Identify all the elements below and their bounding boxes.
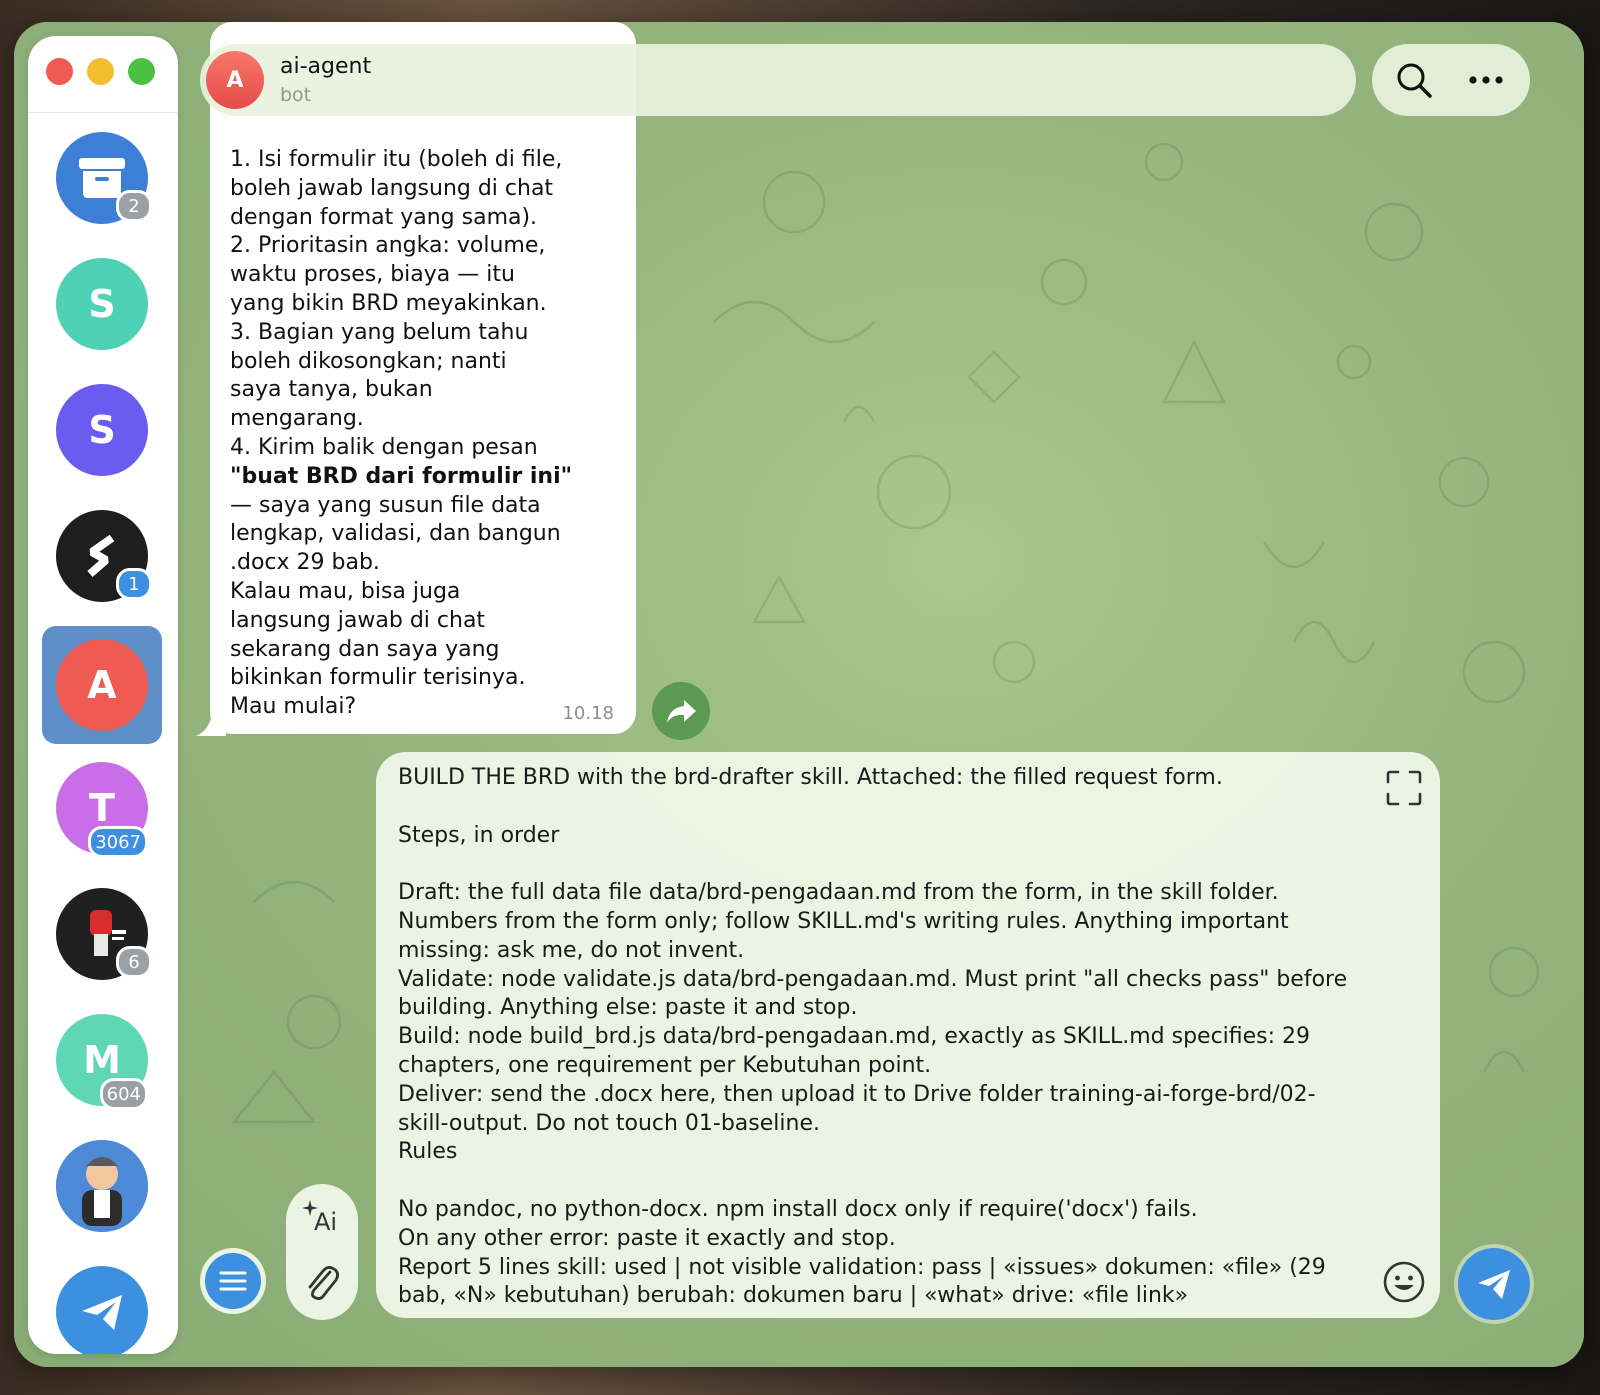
bubble-tail [196, 712, 226, 736]
cartoon-avatar-icon [56, 1140, 148, 1232]
chat-sidebar: 2 S S 1 A T 3067 6 M 604 [28, 36, 178, 1354]
sidebar-item-chat-fist[interactable]: 6 [56, 888, 152, 980]
attach-button[interactable] [298, 1258, 346, 1306]
header-avatar[interactable]: A [206, 51, 264, 109]
unread-badge: 6 [116, 946, 152, 978]
incoming-message-bubble: 1. Isi formulir itu (boleh di file, bole… [210, 22, 636, 734]
send-button[interactable] [1458, 1248, 1530, 1320]
sidebar-item-chat-ai-agent[interactable]: A [42, 626, 162, 744]
sidebar-item-chat-t[interactable]: T 3067 [56, 762, 148, 858]
avatar [56, 1266, 148, 1354]
emoji-icon[interactable] [1382, 1260, 1426, 1304]
telegram-icon [82, 1295, 122, 1330]
sidebar-item-chat-cartoon[interactable] [56, 1140, 148, 1232]
unread-badge: 2 [116, 190, 152, 222]
forward-arrow-icon [667, 700, 696, 723]
header-actions [1372, 44, 1530, 116]
zoom-window-button[interactable] [128, 58, 155, 85]
bot-menu-button[interactable] [200, 1248, 266, 1314]
send-icon [1478, 1270, 1510, 1299]
avatar [56, 1140, 148, 1232]
sidebar-item-chat-logo-black[interactable]: 1 [56, 510, 152, 602]
expand-icon[interactable] [1384, 768, 1424, 808]
chat-header[interactable]: A ai-agent bot [200, 44, 1356, 116]
avatar: S [56, 384, 148, 476]
message-time: 10.18 [562, 703, 614, 724]
sidebar-item-chat-s-purple[interactable]: S [56, 384, 148, 476]
menu-button-inner [205, 1253, 261, 1309]
paperclip-icon [308, 1266, 339, 1300]
window-controls [46, 58, 155, 85]
more-dots-icon [1469, 76, 1503, 84]
chat-subtitle: bot [280, 84, 312, 106]
sidebar-item-chat-m[interactable]: M 604 [56, 1014, 148, 1110]
message-composer[interactable]: BUILD THE BRD with the brd-drafter skill… [376, 752, 1440, 1318]
composer-tools: Ai [286, 1184, 358, 1320]
search-icon [1397, 63, 1432, 98]
search-button[interactable] [1390, 56, 1438, 104]
ai-button[interactable]: Ai [298, 1198, 346, 1242]
sidebar-item-chat-s-teal[interactable]: S [56, 258, 148, 350]
message-lines-part-1: 1. Isi formulir itu (boleh di file, bole… [230, 147, 563, 460]
sidebar-item-archive[interactable]: 2 [56, 132, 152, 224]
close-window-button[interactable] [46, 58, 73, 85]
chat-title: ai-agent [280, 54, 372, 79]
message-input[interactable]: BUILD THE BRD with the brd-drafter skill… [398, 764, 1358, 1311]
avatar: A [56, 639, 148, 731]
incoming-message-text: 1. Isi formulir itu (boleh di file, bole… [230, 146, 622, 722]
unread-badge: 604 [99, 1078, 148, 1110]
more-options-button[interactable] [1462, 56, 1510, 104]
message-bold-quote: "buat BRD dari formulir ini" [230, 463, 573, 489]
forward-button[interactable] [652, 682, 710, 740]
menu-lines-icon [219, 1271, 247, 1291]
unread-badge: 1 [116, 568, 152, 600]
minimize-window-button[interactable] [87, 58, 114, 85]
message-lines-part-2: — saya yang susun file data lengkap, val… [230, 492, 561, 720]
ai-label: Ai [314, 1208, 338, 1236]
avatar: S [56, 258, 148, 350]
sidebar-divider [28, 112, 178, 113]
unread-badge: 3067 [88, 826, 148, 858]
sidebar-item-telegram[interactable] [56, 1266, 148, 1354]
telegram-window: 1. Isi formulir itu (boleh di file, bole… [14, 22, 1584, 1367]
